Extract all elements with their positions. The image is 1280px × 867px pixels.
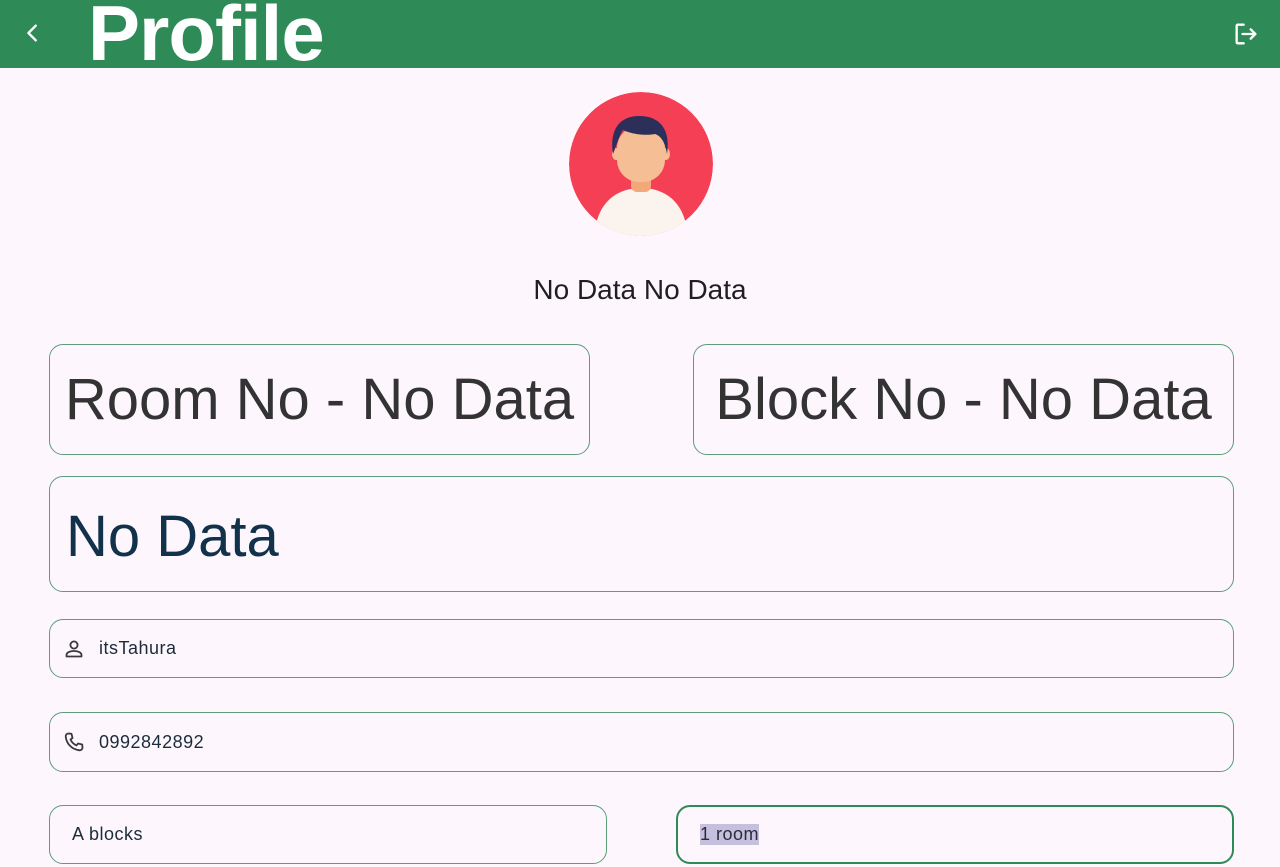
user-avatar-icon bbox=[569, 92, 713, 236]
chevron-left-icon bbox=[27, 24, 37, 42]
person-icon bbox=[61, 636, 87, 662]
logout-icon bbox=[1235, 23, 1257, 45]
page-title: Profile bbox=[88, 0, 325, 77]
block-value: A blocks bbox=[72, 824, 144, 844]
room-label: Room No - No Data bbox=[64, 367, 575, 432]
logout-button[interactable] bbox=[1228, 16, 1264, 52]
info-text: No Data bbox=[66, 504, 279, 569]
block-card: Block No - No Data bbox=[693, 344, 1234, 455]
phone-value: 0992842892 bbox=[99, 731, 205, 752]
username-value: itsTahura bbox=[99, 638, 177, 658]
back-button[interactable] bbox=[14, 14, 52, 52]
phone-field[interactable]: 0992842892 bbox=[49, 712, 1234, 772]
block-label: Block No - No Data bbox=[715, 367, 1212, 432]
info-card: No Data bbox=[49, 476, 1234, 592]
block-field[interactable]: A blocks bbox=[49, 805, 607, 864]
full-name: No Data No Data bbox=[533, 274, 747, 305]
room-card: Room No - No Data bbox=[49, 344, 590, 455]
profile-screen: Profile No Data No Data Room No - No Dat… bbox=[0, 0, 1280, 867]
room-value: 1 room bbox=[700, 824, 760, 845]
avatar[interactable] bbox=[569, 92, 713, 236]
app-bar: Profile bbox=[0, 0, 1280, 72]
room-field[interactable]: 1 room bbox=[676, 805, 1234, 864]
username-field[interactable]: itsTahura bbox=[49, 619, 1234, 678]
phone-icon bbox=[61, 729, 87, 755]
